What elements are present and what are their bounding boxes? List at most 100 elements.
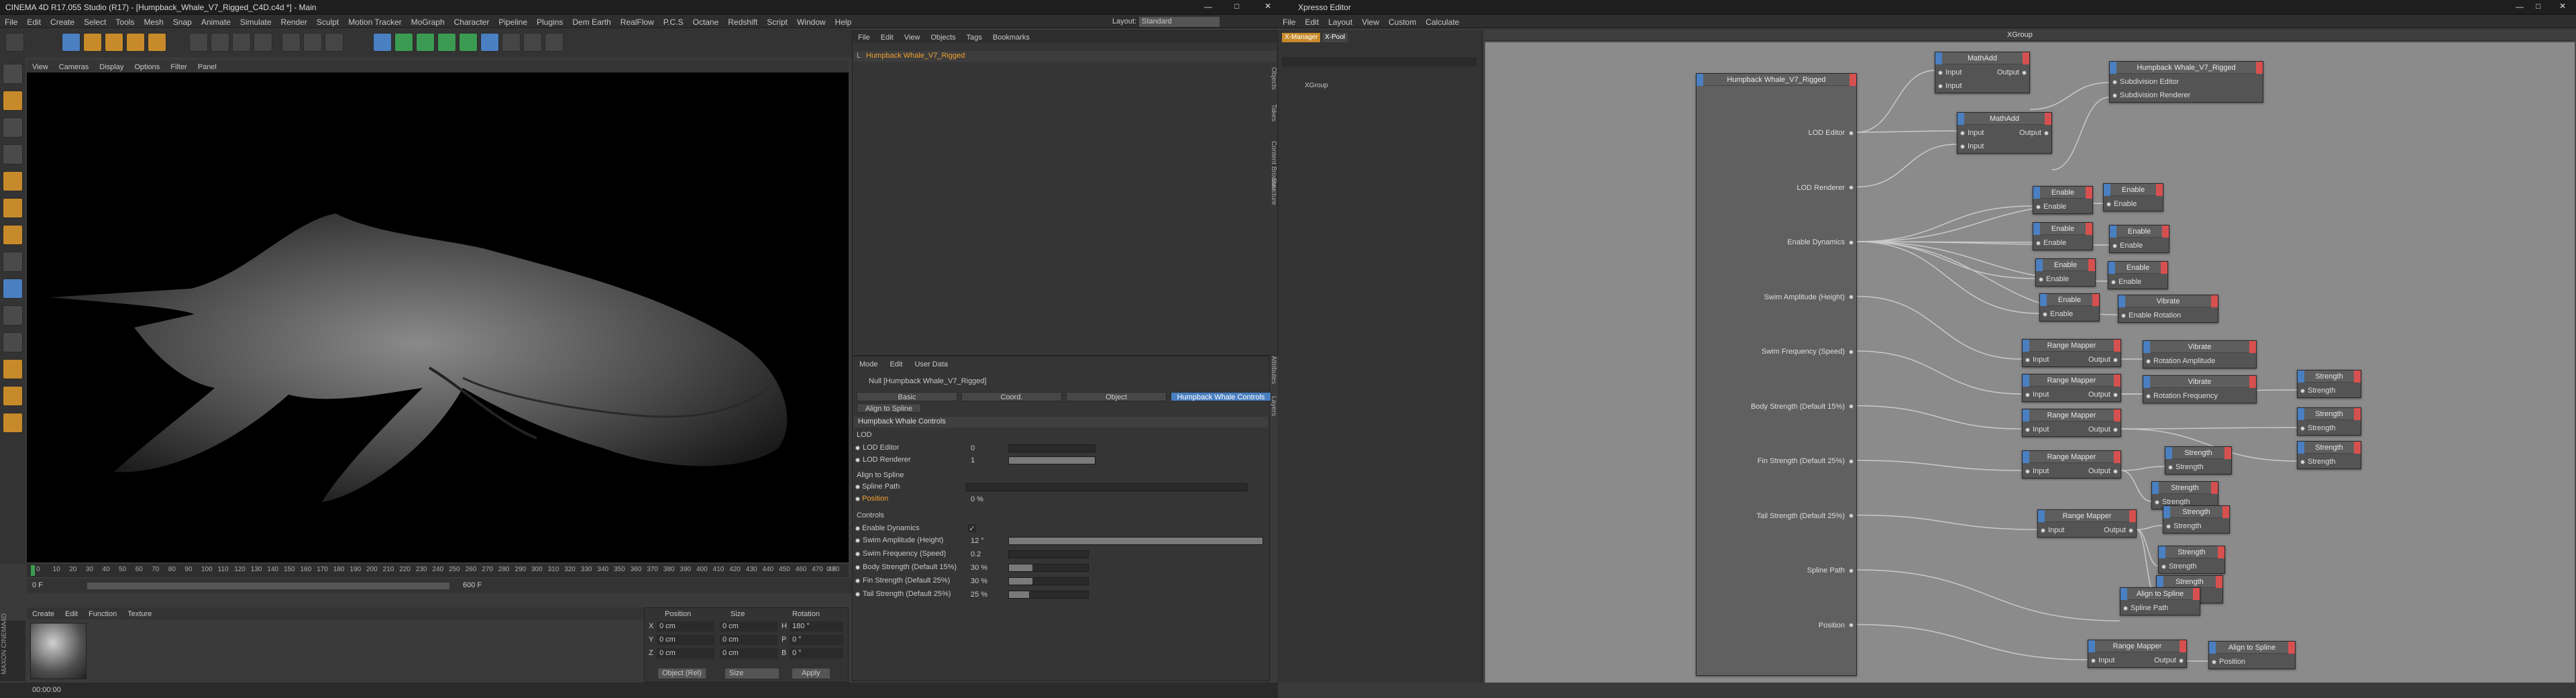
live-select-icon[interactable] [148, 33, 166, 52]
main-node-port[interactable]: Spline Path [1807, 566, 1854, 575]
octane-icon[interactable] [545, 33, 564, 52]
xpresso-node[interactable]: Strength Strength [2165, 446, 2232, 475]
coord-size-field[interactable]: 0 cm [720, 648, 777, 658]
node-input-port[interactable]: Enable [2043, 310, 2073, 318]
coord-size-field[interactable]: 0 cm [720, 621, 777, 632]
move-tool-icon[interactable] [83, 33, 102, 52]
coord-rotation-field[interactable]: 0 ° [790, 648, 843, 658]
axis-mode-icon[interactable] [3, 252, 23, 272]
node-output-port[interactable]: Output [2019, 129, 2049, 137]
undo-icon[interactable] [5, 33, 24, 52]
object-manager-menu-item[interactable]: File [853, 32, 875, 42]
node-input-port[interactable]: Strength [2166, 522, 2202, 530]
node-output-port[interactable]: Output [1997, 68, 2027, 77]
deformer-icon[interactable] [459, 33, 478, 52]
c4d-menu-item[interactable]: Snap [168, 15, 197, 27]
timeline-ruler[interactable]: 0 10 20 30 40 50 60 70 80 90 100 110 120 130 140 150 160… [27, 564, 849, 577]
c4d-menu-item[interactable]: Plugins [532, 15, 568, 27]
node-input-port[interactable]: Strength [2168, 463, 2204, 471]
workplane-lock-icon[interactable] [3, 332, 23, 352]
node-output-port[interactable]: Output [2088, 467, 2118, 475]
cube-icon[interactable] [373, 33, 392, 52]
viewport-menu-item[interactable]: Filter [165, 62, 192, 71]
playback-buttons[interactable] [520, 580, 842, 592]
xpresso-node[interactable]: Strength Strength [2297, 407, 2361, 436]
node-input-port[interactable]: Input [2025, 356, 2049, 364]
coord-size-field[interactable]: 0 cm [720, 635, 777, 645]
control-slider[interactable] [1008, 577, 1089, 585]
node-input-port[interactable]: Rotation Amplitude [2146, 357, 2215, 365]
timeline-slider[interactable] [87, 583, 449, 589]
coord-mode-select[interactable]: Object (Rel) [658, 668, 706, 679]
object-manager-menu-item[interactable]: Edit [875, 32, 899, 42]
material-menu-item[interactable]: Texture [122, 609, 157, 618]
xpresso-node[interactable]: MathAdd Input Input Output [1935, 52, 2030, 93]
attribute-tab[interactable]: Basic [857, 392, 957, 401]
node-input-port[interactable]: Strength [2300, 387, 2336, 395]
xpresso-node[interactable]: Enable Enable [2033, 186, 2093, 214]
lod-slider[interactable] [1008, 444, 1095, 452]
viewport-menu-item[interactable]: Cameras [54, 62, 95, 71]
make-editable-icon[interactable] [3, 64, 23, 84]
side-tab[interactable]: Takes [1270, 104, 1277, 121]
tweak-mode-icon[interactable] [3, 279, 23, 299]
material-menu-item[interactable]: Edit [60, 609, 83, 618]
node-input-port[interactable]: Input [1938, 82, 1962, 90]
select-tool-icon[interactable] [62, 33, 80, 52]
node-input-port[interactable]: Enable [2106, 200, 2137, 208]
xpresso-tab[interactable]: X-Manager [1282, 33, 1321, 42]
polygons-mode-icon[interactable] [3, 225, 23, 245]
object-name[interactable]: Humpback Whale_V7_Rigged [866, 52, 965, 60]
frame-end-field[interactable]: 600 F [463, 582, 482, 589]
coord-rotation-field[interactable]: 0 ° [790, 635, 843, 645]
z-axis-icon[interactable] [232, 33, 251, 52]
xpresso-node[interactable]: Range Mapper Input Output [2022, 450, 2121, 479]
xpresso-node[interactable]: Strength Strength [2297, 441, 2361, 469]
node-input-port[interactable]: Input [1938, 68, 1962, 77]
attr-side-tab[interactable]: Attributes [1270, 356, 1277, 384]
node-input-port[interactable]: Input [2025, 391, 2049, 399]
lod-slider[interactable] [1008, 456, 1095, 464]
floor-icon[interactable] [480, 33, 499, 52]
object-manager-menu-item[interactable]: View [899, 32, 926, 42]
xpresso-node[interactable]: Strength Strength [2297, 370, 2361, 398]
layout-select[interactable]: Standard [1139, 17, 1220, 27]
rotate-tool-icon[interactable] [126, 33, 145, 52]
control-slider[interactable] [1008, 591, 1089, 599]
light-icon[interactable] [523, 33, 542, 52]
node-input-port[interactable]: Subdivision Renderer [2112, 91, 2190, 99]
main-node-port[interactable]: Position [1819, 621, 1854, 630]
size-mode-select[interactable]: Size [725, 668, 779, 679]
xpresso-node[interactable]: Strength Strength [2158, 546, 2225, 574]
subdivision-icon[interactable] [416, 33, 435, 52]
c4d-menu-item[interactable]: Help [830, 15, 857, 27]
xpresso-menu-item[interactable]: File [1278, 15, 1300, 27]
c4d-menu-item[interactable]: MoGraph [407, 15, 449, 27]
coord-rotation-field[interactable]: 180 ° [790, 621, 843, 632]
coord-position-field[interactable]: 0 cm [657, 635, 714, 645]
xpresso-node[interactable]: Range Mapper Input Output [2022, 409, 2121, 437]
c4d-menu-item[interactable]: Mesh [139, 15, 168, 27]
object-manager-menu-item[interactable]: Objects [925, 32, 961, 42]
xpresso-node[interactable]: Range Mapper Input Output [2088, 640, 2187, 668]
main-node-port[interactable]: Enable Dynamics [1787, 238, 1854, 246]
control-value-field[interactable]: 25 % [971, 591, 1004, 599]
xpresso-node[interactable]: Align to Spline Spline Path [2120, 587, 2200, 615]
attribute-tab[interactable]: Humpback Whale Controls [1171, 392, 1271, 401]
viewport-menu-item[interactable]: View [27, 62, 54, 71]
node-output-port[interactable]: Output [2154, 656, 2184, 664]
c4d-menu-item[interactable]: Octane [688, 15, 724, 27]
main-node-port[interactable]: Swim Amplitude (Height) [1764, 293, 1854, 301]
node-input-port[interactable]: Spline Path [2123, 604, 2168, 612]
xpresso-node[interactable]: Range Mapper Input Output [2022, 339, 2121, 367]
c4d-menu-item[interactable]: File [0, 15, 22, 27]
attribute-tab[interactable]: Object [1066, 392, 1167, 401]
render-settings-icon[interactable] [325, 33, 343, 52]
control-slider[interactable] [1008, 550, 1089, 558]
c4d-menu-item[interactable]: Render [276, 15, 312, 27]
c4d-menu-item[interactable]: RealFlow [616, 15, 659, 27]
control-value-field[interactable]: 30 % [971, 564, 1004, 572]
object-manager-menu-item[interactable]: Bookmarks [987, 32, 1035, 42]
xp-minimize-button[interactable]: — [2516, 3, 2524, 11]
xpresso-node[interactable]: Align to Spline Position [2208, 641, 2296, 669]
